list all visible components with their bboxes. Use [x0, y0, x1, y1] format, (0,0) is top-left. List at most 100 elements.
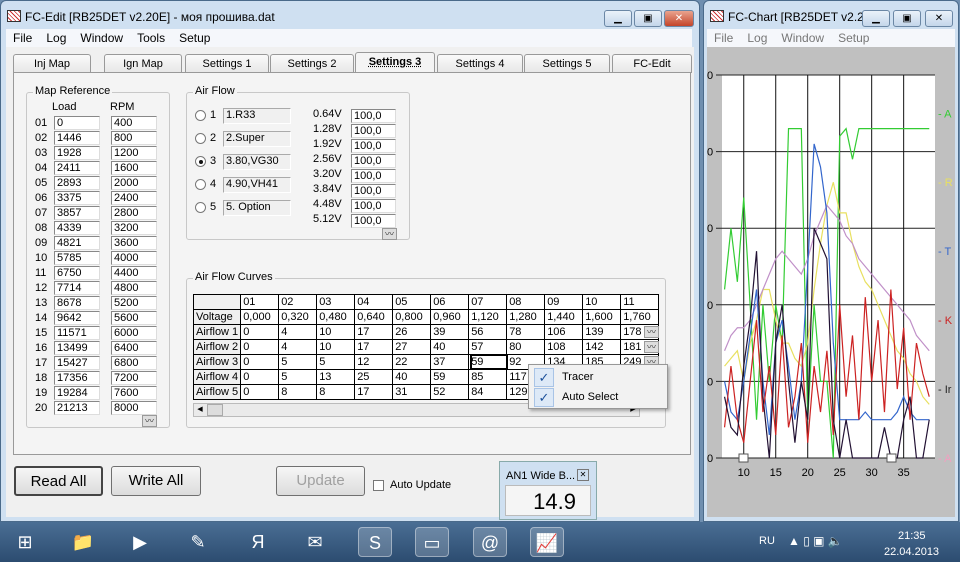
rpm-input[interactable]: 3200 — [111, 221, 157, 235]
tab-settings-4[interactable]: Settings 4 — [437, 54, 523, 73]
auto-update-checkbox[interactable] — [373, 480, 384, 491]
load-input[interactable]: 1446 — [54, 131, 100, 145]
rpm-input[interactable]: 400 — [111, 116, 157, 130]
table-cell[interactable]: 0,800 — [392, 309, 432, 325]
table-cell[interactable]: 10 — [316, 339, 356, 355]
tab-ign-map[interactable]: Ign Map — [104, 54, 182, 73]
maximize-button[interactable]: ▣ — [634, 10, 662, 27]
tab-settings-2[interactable]: Settings 2 — [270, 54, 354, 73]
load-input[interactable]: 17356 — [54, 371, 100, 385]
table-cell[interactable]: 5 — [278, 369, 318, 385]
load-input[interactable]: 11571 — [54, 326, 100, 340]
load-input[interactable]: 0 — [54, 116, 100, 130]
load-input[interactable]: 4821 — [54, 236, 100, 250]
log-chart[interactable]: 00000010 15 20 25 30 35 - A - R - T - K - Ir … — [703, 0, 959, 522]
tab-fc-edit[interactable]: FC-Edit — [612, 54, 692, 73]
load-input[interactable]: 2893 — [54, 176, 100, 190]
table-cell[interactable]: 27 — [392, 339, 432, 355]
load-input[interactable]: 6750 — [54, 266, 100, 280]
rpm-input[interactable]: 4800 — [111, 281, 157, 295]
tab-settings-5[interactable]: Settings 5 — [524, 54, 610, 73]
voltage-value-input[interactable]: 100,0 — [351, 184, 396, 198]
table-cell[interactable]: 0,000 — [240, 309, 280, 325]
table-cell[interactable]: 37 — [430, 354, 470, 370]
table-cell[interactable]: 26 — [392, 324, 432, 340]
load-input[interactable]: 8678 — [54, 296, 100, 310]
rpm-input[interactable]: 5200 — [111, 296, 157, 310]
language-indicator[interactable]: RU — [759, 535, 775, 547]
table-cell[interactable]: 4 — [278, 339, 318, 355]
load-input[interactable]: 7714 — [54, 281, 100, 295]
rpm-input[interactable]: 2400 — [111, 191, 157, 205]
table-cell[interactable]: 85 — [468, 369, 508, 385]
rpm-input[interactable]: 7600 — [111, 386, 157, 400]
table-cell[interactable]: 0,320 — [278, 309, 318, 325]
table-cell[interactable]: 1,440 — [544, 309, 584, 325]
load-input[interactable]: 9642 — [54, 311, 100, 325]
table-cell[interactable]: 59 — [430, 369, 470, 385]
clock-time[interactable]: 21:35 — [898, 530, 926, 542]
rpm-input[interactable]: 8000 — [111, 401, 157, 415]
rpm-input[interactable]: 800 — [111, 131, 157, 145]
rpm-input[interactable]: 1600 — [111, 161, 157, 175]
table-cell[interactable]: 5 — [316, 354, 356, 370]
scroll-thumb[interactable] — [207, 404, 223, 416]
write-all-button[interactable]: Write All — [111, 466, 201, 496]
table-cell[interactable]: 8 — [316, 384, 356, 400]
table-cell[interactable]: 31 — [392, 384, 432, 400]
airflow-2-graph-button[interactable]: 〰 — [644, 341, 659, 353]
tab-settings-1[interactable]: Settings 1 — [185, 54, 269, 73]
air-flow-graph-button[interactable]: 〰 — [382, 228, 397, 240]
rpm-input[interactable]: 4000 — [111, 251, 157, 265]
table-cell[interactable]: 12 — [354, 354, 394, 370]
table-cell[interactable]: 40 — [392, 369, 432, 385]
table-cell[interactable]: 139 — [582, 324, 622, 340]
table-cell[interactable]: 108 — [544, 339, 584, 355]
table-cell[interactable]: 52 — [430, 384, 470, 400]
air-flow-radio-4[interactable] — [195, 179, 206, 190]
table-cell[interactable]: 0,480 — [316, 309, 356, 325]
load-input[interactable]: 4339 — [54, 221, 100, 235]
paint-icon[interactable]: ✎ — [181, 527, 215, 557]
table-cell[interactable]: 40 — [430, 339, 470, 355]
menu-window[interactable]: Window — [73, 29, 130, 47]
device-icon[interactable]: ▭ — [415, 527, 449, 557]
table-cell[interactable]: 0 — [240, 339, 280, 355]
table-cell[interactable]: 0 — [240, 324, 280, 340]
yandex-browser-icon[interactable]: Я — [241, 527, 275, 557]
table-cell[interactable]: 56 — [468, 324, 508, 340]
table-cell[interactable]: 13 — [316, 369, 356, 385]
gauge-close-icon[interactable]: ✕ — [577, 469, 589, 481]
table-cell[interactable]: 0 — [240, 354, 280, 370]
table-cell[interactable]: 0,640 — [354, 309, 394, 325]
voltage-value-input[interactable]: 100,0 — [351, 214, 396, 228]
scroll-left-button[interactable]: ◀ — [194, 404, 206, 416]
table-cell[interactable]: 10 — [316, 324, 356, 340]
update-button[interactable]: Update — [276, 466, 365, 496]
menu-setup[interactable]: Setup — [172, 29, 217, 47]
tray-icons[interactable]: ▲ ▯ ▣ 🔈 — [788, 534, 843, 548]
mail-icon[interactable]: ✉ — [298, 527, 332, 557]
table-cell[interactable]: 17 — [354, 339, 394, 355]
table-cell[interactable]: 8 — [278, 384, 318, 400]
voltage-value-input[interactable]: 100,0 — [351, 109, 396, 123]
rpm-input[interactable]: 5600 — [111, 311, 157, 325]
load-input[interactable]: 15427 — [54, 356, 100, 370]
media-player-icon[interactable]: ▶ — [123, 527, 157, 557]
tab-inj-map[interactable]: Inj Map — [13, 54, 91, 73]
file-explorer-icon[interactable]: 📁 — [66, 527, 100, 557]
load-input[interactable]: 13499 — [54, 341, 100, 355]
at-mail-icon[interactable]: @ — [473, 527, 507, 557]
load-input[interactable]: 19284 — [54, 386, 100, 400]
rpm-input[interactable]: 1200 — [111, 146, 157, 160]
table-cell[interactable]: 57 — [468, 339, 508, 355]
table-cell[interactable]: 0,960 — [430, 309, 470, 325]
menu-tools[interactable]: Tools — [130, 29, 172, 47]
rpm-input[interactable]: 4400 — [111, 266, 157, 280]
menu-file[interactable]: File — [6, 29, 39, 47]
close-button[interactable]: ✕ — [664, 10, 694, 27]
rpm-input[interactable]: 6000 — [111, 326, 157, 340]
airflow-1-graph-button[interactable]: 〰 — [644, 326, 659, 338]
table-cell[interactable]: 1,600 — [582, 309, 622, 325]
air-flow-radio-5[interactable] — [195, 202, 206, 213]
